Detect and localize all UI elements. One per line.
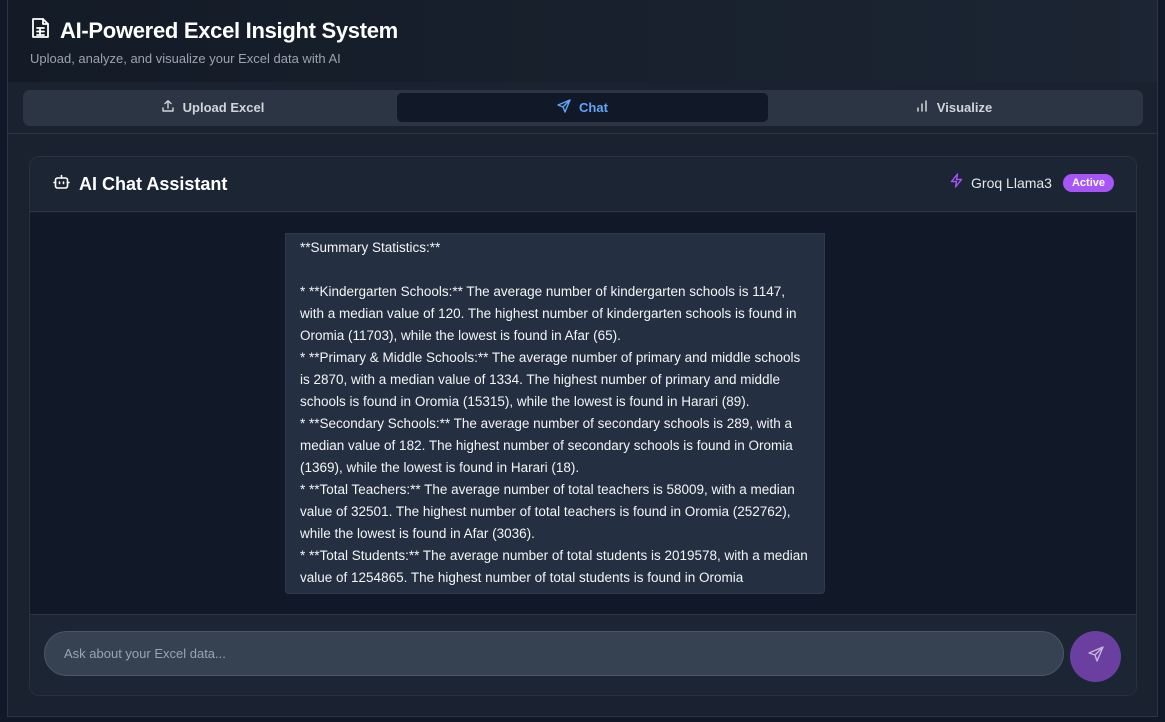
chat-card: AI Chat Assistant Groq Llama3 Active **S… bbox=[29, 156, 1137, 696]
send-button[interactable] bbox=[1070, 631, 1121, 682]
message-line: **Summary Statistics:** bbox=[300, 240, 441, 255]
bot-icon bbox=[53, 173, 70, 195]
message-line: * **Total Teachers:** The average number… bbox=[300, 482, 799, 541]
chat-title-row: AI Chat Assistant bbox=[53, 173, 227, 195]
model-indicator: Groq Llama3 Active bbox=[949, 173, 1114, 193]
message-composer bbox=[30, 614, 1136, 695]
message-line: * **Primary & Middle Schools:** The aver… bbox=[300, 350, 804, 409]
chat-input[interactable] bbox=[44, 631, 1064, 676]
status-badge: Active bbox=[1062, 174, 1114, 192]
send-icon bbox=[557, 99, 571, 116]
tab-chat[interactable]: Chat bbox=[397, 93, 768, 122]
message-line: * **Total Students:** The average number… bbox=[300, 548, 812, 585]
chat-header: AI Chat Assistant Groq Llama3 Active bbox=[30, 157, 1136, 212]
tab-bar: Upload Excel Chat Visualize bbox=[23, 90, 1143, 126]
app-title: AI-Powered Excel Insight System bbox=[60, 17, 398, 43]
spreadsheet-file-icon bbox=[30, 17, 50, 44]
model-name: Groq Llama3 bbox=[971, 175, 1052, 191]
send-icon bbox=[1087, 646, 1104, 667]
title-row: AI-Powered Excel Insight System bbox=[30, 17, 398, 44]
assistant-message: **Summary Statistics:** * **Kindergarten… bbox=[285, 233, 825, 594]
divider bbox=[8, 133, 1157, 134]
tab-label: Chat bbox=[579, 100, 608, 115]
app-header: AI-Powered Excel Insight System Upload, … bbox=[8, 0, 1157, 82]
tab-label: Upload Excel bbox=[182, 100, 265, 115]
app-frame: AI-Powered Excel Insight System Upload, … bbox=[7, 0, 1158, 717]
upload-icon bbox=[161, 99, 175, 116]
tab-upload-excel[interactable]: Upload Excel bbox=[27, 93, 398, 122]
message-line: * **Kindergarten Schools:** The average … bbox=[300, 284, 801, 343]
message-list[interactable]: **Summary Statistics:** * **Kindergarten… bbox=[30, 213, 1136, 614]
tab-label: Visualize bbox=[936, 100, 993, 115]
chat-title: AI Chat Assistant bbox=[79, 173, 228, 194]
app-subtitle: Upload, analyze, and visualize your Exce… bbox=[30, 51, 341, 66]
lightning-icon bbox=[949, 173, 964, 193]
tab-visualize[interactable]: Visualize bbox=[768, 93, 1139, 122]
message-line: * **Secondary Schools:** The average num… bbox=[300, 416, 797, 475]
bar-chart-icon bbox=[915, 99, 929, 116]
